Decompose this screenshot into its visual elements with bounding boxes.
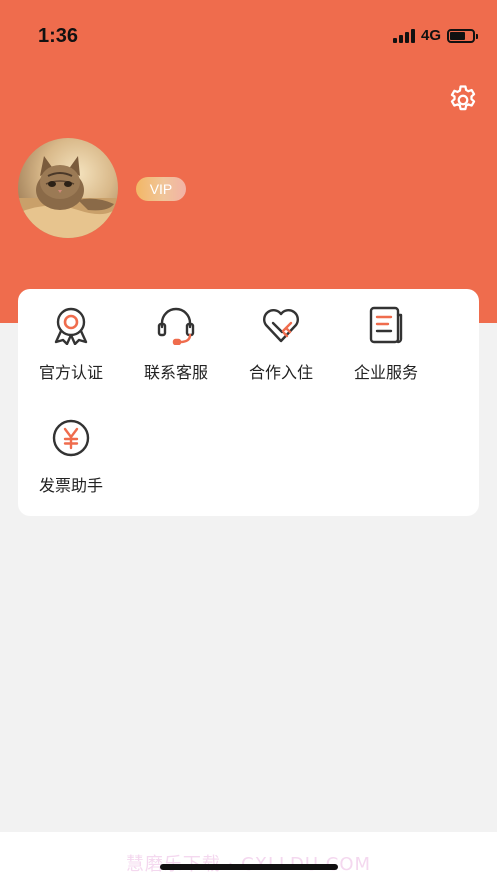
menu-item-label: 发票助手 bbox=[38, 476, 103, 495]
avatar[interactable] bbox=[18, 138, 118, 238]
menu-item-label: 官方认证 bbox=[38, 363, 103, 382]
watermark-text: 慧磨乐下载 · CXLLDU.COM bbox=[0, 850, 497, 876]
status-bar: 1:36 4G bbox=[0, 0, 497, 70]
cat-photo bbox=[18, 156, 118, 238]
battery-fill bbox=[450, 31, 466, 40]
gear-icon bbox=[450, 85, 476, 111]
menu-item-customer-service[interactable]: 联系客服 bbox=[123, 289, 229, 389]
settings-button[interactable] bbox=[446, 83, 480, 117]
menu-item-label: 合作入住 bbox=[248, 363, 313, 382]
profile-header: 1:36 4G VIP bbox=[0, 0, 497, 323]
battery-icon bbox=[447, 28, 478, 43]
network-type: 4G bbox=[420, 27, 441, 44]
yen-coin-icon bbox=[52, 419, 90, 457]
home-indicator[interactable] bbox=[160, 864, 338, 870]
menu-item-invoice-assistant[interactable]: 发票助手 bbox=[18, 402, 124, 502]
services-card: 官方认证 联系客服 合作入住 企业服务 发票助手 bbox=[18, 289, 479, 516]
status-time: 1:36 bbox=[38, 25, 79, 47]
bottom-bar: 慧磨乐下载 · CXLLDU.COM bbox=[0, 832, 497, 883]
heart-handshake-icon bbox=[263, 309, 299, 343]
certificate-badge-icon bbox=[54, 307, 88, 345]
menu-item-label: 联系客服 bbox=[143, 363, 208, 382]
headset-icon bbox=[157, 307, 195, 345]
menu-item-label: 企业服务 bbox=[353, 363, 418, 382]
menu-item-official-certification[interactable]: 官方认证 bbox=[18, 289, 124, 389]
vip-badge: VIP bbox=[136, 177, 186, 201]
signal-strength-icon bbox=[392, 28, 415, 43]
status-indicators: 4G bbox=[392, 27, 478, 44]
menu-item-enterprise-service[interactable]: 企业服务 bbox=[333, 289, 439, 389]
document-icon bbox=[369, 306, 403, 344]
menu-item-partnership[interactable]: 合作入住 bbox=[228, 289, 334, 389]
